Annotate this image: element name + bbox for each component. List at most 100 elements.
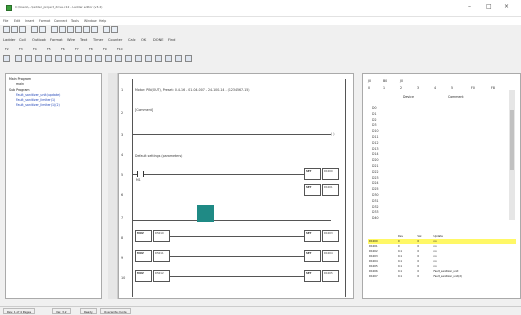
menu-tools[interactable]: Tools bbox=[71, 19, 79, 23]
vline-icon[interactable] bbox=[85, 55, 92, 62]
comment-icon[interactable] bbox=[135, 55, 142, 62]
open-folder-icon[interactable] bbox=[11, 26, 18, 33]
parallel-nc-icon[interactable] bbox=[45, 55, 52, 62]
function-block[interactable]: D1000 bbox=[322, 168, 339, 180]
function-block[interactable]: MOV bbox=[135, 250, 152, 262]
menu-file[interactable]: File bbox=[3, 19, 8, 23]
fkey-f2[interactable]: F2 bbox=[5, 47, 9, 51]
device-list-item[interactable]: D32 bbox=[372, 205, 379, 209]
fkey-f4[interactable]: F4 bbox=[33, 47, 37, 51]
tool-outlook[interactable]: Outlook bbox=[32, 38, 46, 42]
function-block[interactable]: SET bbox=[304, 184, 321, 196]
scrollbar-thumb[interactable] bbox=[510, 110, 514, 170]
find-icon[interactable] bbox=[75, 26, 82, 33]
function-block[interactable]: SET bbox=[304, 250, 321, 262]
ladder-editor[interactable]: 1 Motor: PIN(OUT), Preset: 0.4-16 - 01-0… bbox=[118, 73, 354, 299]
monitor-icon[interactable] bbox=[103, 26, 110, 33]
zoom-out-icon[interactable] bbox=[91, 26, 98, 33]
rung-comment[interactable]: [Comment] bbox=[135, 108, 153, 112]
new-file-icon[interactable] bbox=[3, 26, 10, 33]
maximize-button[interactable]: □ bbox=[486, 3, 492, 10]
tool-coil[interactable]: Coil bbox=[19, 38, 26, 42]
undo-icon[interactable] bbox=[31, 26, 38, 33]
rung-comment[interactable]: Motor: PIN(OUT), Preset: 0.4-16 - 01-04-… bbox=[135, 88, 250, 92]
tool-text[interactable]: Text bbox=[80, 38, 87, 42]
tree-sub-item[interactable]: Fault_sanitizer_limiter(1) bbox=[16, 98, 55, 102]
menu-edit[interactable]: Edit bbox=[14, 19, 20, 23]
zoom-in-icon[interactable] bbox=[83, 26, 90, 33]
device-list-item[interactable]: D23 bbox=[372, 176, 379, 180]
menu-help[interactable]: Help bbox=[99, 19, 106, 23]
device-list-item[interactable]: D31 bbox=[372, 199, 379, 203]
tool-done[interactable]: DONE bbox=[153, 38, 164, 42]
function-block[interactable]: SET bbox=[304, 230, 321, 242]
cut-icon[interactable] bbox=[51, 26, 58, 33]
tool-ladder[interactable]: Ladder bbox=[3, 38, 15, 42]
fkey-f8[interactable]: F8 bbox=[89, 47, 93, 51]
invert-icon[interactable] bbox=[125, 55, 132, 62]
paste-icon[interactable] bbox=[67, 26, 74, 33]
device-list-item[interactable]: D2 bbox=[372, 118, 376, 122]
fkey-f9[interactable]: F9 bbox=[103, 47, 107, 51]
device-list-scrollbar[interactable] bbox=[509, 90, 515, 220]
device-list-item[interactable]: D11 bbox=[372, 135, 379, 139]
tree-main-program[interactable]: Main Program bbox=[9, 77, 31, 81]
save-icon[interactable] bbox=[19, 26, 26, 33]
device-list-item[interactable]: D12 bbox=[372, 141, 379, 145]
redo-icon[interactable] bbox=[39, 26, 46, 33]
note-icon[interactable] bbox=[155, 55, 162, 62]
statement-icon[interactable] bbox=[145, 55, 152, 62]
function-block[interactable]: D1001 bbox=[322, 184, 339, 196]
tool-format[interactable]: Format bbox=[50, 38, 63, 42]
close-button[interactable]: × bbox=[504, 3, 509, 10]
label-icon[interactable] bbox=[165, 55, 172, 62]
device-list-item[interactable]: D13 bbox=[372, 147, 379, 151]
function-block[interactable]: D1003 bbox=[322, 230, 339, 242]
fkey-f10[interactable]: F10 bbox=[117, 47, 123, 51]
contact-no-icon[interactable] bbox=[15, 55, 22, 62]
select-icon[interactable] bbox=[3, 55, 10, 62]
device-list-item[interactable]: D14 bbox=[372, 152, 379, 156]
delete-line-icon[interactable] bbox=[95, 55, 102, 62]
menu-format[interactable]: Format bbox=[39, 19, 50, 23]
block-icon[interactable] bbox=[175, 55, 182, 62]
function-block[interactable]: MOV bbox=[135, 230, 152, 242]
edit-cursor[interactable] bbox=[197, 205, 214, 222]
device-list-item[interactable]: D0 bbox=[372, 106, 376, 110]
contact-element[interactable] bbox=[137, 171, 144, 177]
menu-connect[interactable]: Connect bbox=[54, 19, 67, 23]
convert-icon[interactable] bbox=[185, 55, 192, 62]
parallel-no-icon[interactable] bbox=[35, 55, 42, 62]
function-icon[interactable] bbox=[65, 55, 72, 62]
contact-nc-icon[interactable] bbox=[25, 55, 32, 62]
menu-window[interactable]: Window bbox=[84, 19, 97, 23]
tool-find[interactable]: Find bbox=[168, 38, 175, 42]
device-list-item[interactable]: D1 bbox=[372, 112, 376, 116]
device-list-item[interactable]: D22 bbox=[372, 170, 379, 174]
device-list-item[interactable]: D33 bbox=[372, 210, 379, 214]
minimize-button[interactable]: – bbox=[468, 3, 471, 10]
function-block[interactable]: D5011 bbox=[153, 250, 170, 262]
function-block[interactable]: D1004 bbox=[322, 250, 339, 262]
tree-main[interactable]: main bbox=[16, 82, 24, 86]
device-list-item[interactable]: D3 bbox=[372, 123, 376, 127]
tool-wire[interactable]: Wire bbox=[67, 38, 75, 42]
tool-calc[interactable]: Calc bbox=[128, 38, 136, 42]
fkey-f5[interactable]: F5 bbox=[47, 47, 51, 51]
function-block[interactable]: D1005 bbox=[322, 270, 339, 282]
function-block[interactable]: D5012 bbox=[153, 270, 170, 282]
tool-ok[interactable]: OK bbox=[141, 38, 146, 42]
function-block[interactable]: D5010 bbox=[153, 230, 170, 242]
tree-sub-item[interactable]: Fault_sanitizer_unit(update) bbox=[16, 93, 60, 97]
device-list-item[interactable]: D21 bbox=[372, 164, 379, 168]
falling-edge-icon[interactable] bbox=[115, 55, 122, 62]
output-coil[interactable]: ( ) bbox=[331, 132, 335, 136]
run-icon[interactable] bbox=[111, 26, 118, 33]
function-block[interactable]: SET bbox=[304, 168, 321, 180]
tool-timer[interactable]: Timer bbox=[93, 38, 103, 42]
device-list-item[interactable]: D40 bbox=[372, 216, 379, 220]
rung-comment[interactable]: Default settings (parameters) bbox=[135, 154, 182, 158]
tool-counter[interactable]: Counter bbox=[108, 38, 122, 42]
copy-icon[interactable] bbox=[59, 26, 66, 33]
tree-sub-program[interactable]: Sub Program bbox=[9, 88, 30, 92]
